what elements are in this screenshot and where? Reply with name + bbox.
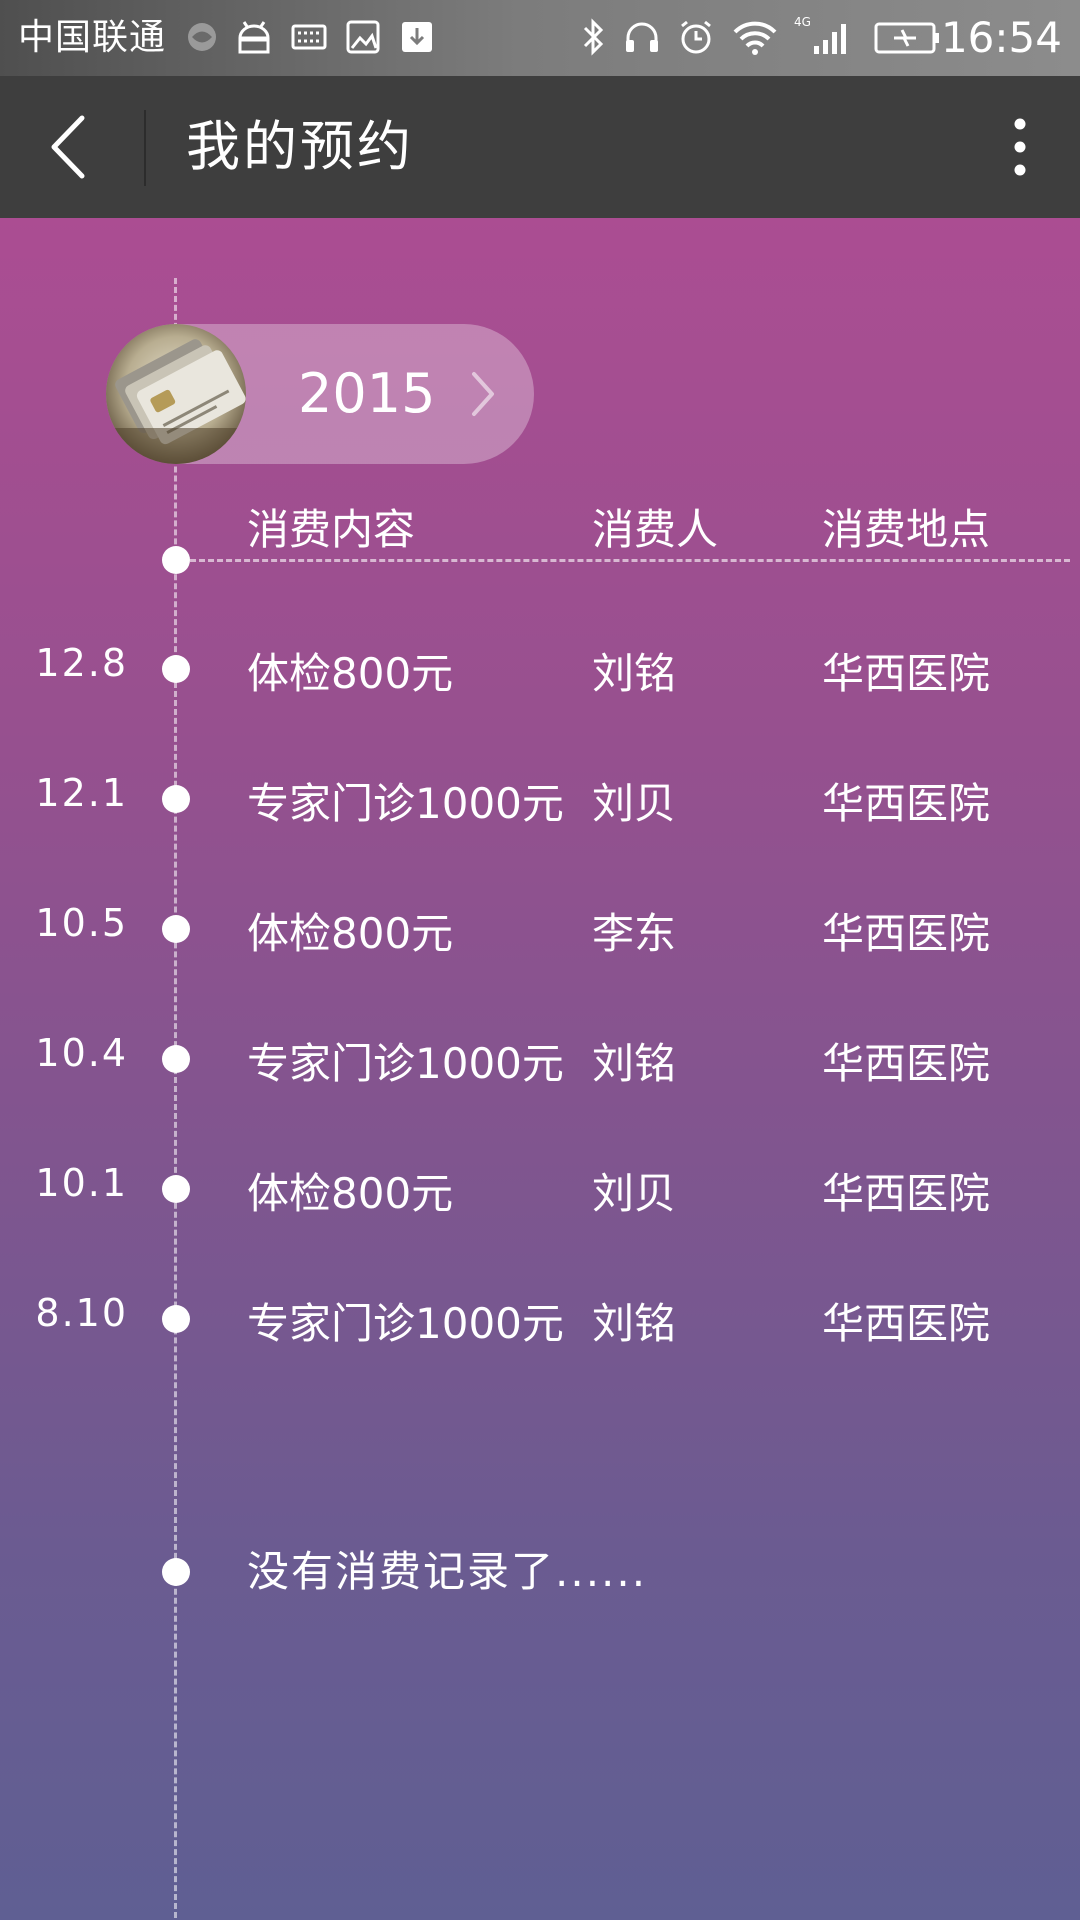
record-person: 刘贝 (592, 1169, 677, 1218)
battery-charging-icon (874, 22, 939, 54)
year-label: 2015 (298, 362, 436, 425)
record-row[interactable]: 10.1 体检800元 刘贝 华西医院 (0, 1154, 1080, 1224)
record-row[interactable]: 10.4 专家门诊1000元 刘铭 华西医院 (0, 1024, 1080, 1094)
record-date: 10.4 (35, 1031, 128, 1075)
timeline-dot (162, 1175, 190, 1203)
no-more-records-text: 没有消费记录了...... (247, 1547, 648, 1596)
record-date: 12.8 (35, 641, 128, 685)
table-header: 消费内容 消费人 消费地点 (0, 500, 1080, 560)
keyboard-icon (291, 24, 327, 50)
header-divider (190, 559, 1070, 562)
carrier-name: 中国联通 (18, 17, 167, 58)
header-person: 消费人 (592, 505, 719, 554)
timeline-dot (162, 785, 190, 813)
record-content: 体检800元 (247, 649, 454, 698)
more-vertical-icon (1014, 118, 1026, 176)
network-type-label: 4G (794, 15, 811, 29)
record-row[interactable]: 12.1 专家门诊1000元 刘贝 华西医院 (0, 764, 1080, 834)
record-place: 华西医院 (822, 1039, 991, 1088)
record-person: 刘贝 (592, 779, 677, 828)
record-place: 华西医院 (822, 909, 991, 958)
record-date: 10.5 (35, 901, 128, 945)
signal-icon: 4G (794, 15, 846, 54)
chevron-right-icon (472, 372, 494, 416)
overflow-menu-button[interactable] (990, 102, 1050, 192)
record-person: 李东 (592, 909, 677, 958)
record-content: 专家门诊1000元 (247, 779, 564, 828)
record-place: 华西医院 (822, 1169, 991, 1218)
header-content: 消费内容 (247, 505, 416, 554)
record-content: 体检800元 (247, 1169, 454, 1218)
android-icon (238, 21, 270, 54)
records-timeline: 2015 消费内容 消费人 消费地点 12.8 体检800元 刘铭 华西医院 1… (0, 218, 1080, 1920)
record-row[interactable]: 8.10 专家门诊1000元 刘铭 华西医院 (0, 1284, 1080, 1354)
timeline-dot (162, 655, 190, 683)
record-date: 10.1 (35, 1161, 128, 1205)
alarm-icon (681, 20, 711, 54)
clock: 16:54 (940, 13, 1062, 62)
record-date: 8.10 (35, 1291, 128, 1335)
record-content: 专家门诊1000元 (247, 1299, 564, 1348)
header-place: 消费地点 (822, 505, 991, 554)
status-bar: 中国联通 4G 16:54 (0, 0, 1080, 76)
timeline-dot (162, 915, 190, 943)
bank-cards-photo (106, 324, 246, 464)
record-row[interactable]: 10.5 体检800元 李东 华西医院 (0, 894, 1080, 964)
globe-icon (188, 23, 216, 51)
image-icon (346, 20, 380, 54)
record-person: 刘铭 (592, 1299, 677, 1348)
timeline-dot (162, 546, 190, 574)
record-place: 华西医院 (822, 649, 991, 698)
app-bar: 我的预约 (0, 76, 1080, 218)
timeline-dot (162, 1045, 190, 1073)
end-of-list: 没有消费记录了...... (0, 1537, 1080, 1607)
app-bar-divider (144, 110, 146, 186)
download-box-icon (402, 22, 432, 52)
timeline-dot (162, 1558, 190, 1586)
back-button[interactable] (30, 102, 120, 192)
record-content: 体检800元 (247, 909, 454, 958)
headphones-icon (626, 22, 658, 52)
record-date: 12.1 (35, 771, 128, 815)
record-person: 刘铭 (592, 649, 677, 698)
bluetooth-icon (583, 18, 604, 56)
record-person: 刘铭 (592, 1039, 677, 1088)
chevron-left-icon (51, 115, 85, 179)
year-thumbnail (106, 324, 246, 464)
timeline-dot (162, 1305, 190, 1333)
record-place: 华西医院 (822, 1299, 991, 1348)
record-place: 华西医院 (822, 779, 991, 828)
wifi-icon (733, 21, 777, 55)
record-row[interactable]: 12.8 体检800元 刘铭 华西医院 (0, 634, 1080, 704)
record-content: 专家门诊1000元 (247, 1039, 564, 1088)
year-selector[interactable]: 2015 (106, 324, 534, 464)
page-title: 我的预约 (186, 115, 414, 178)
